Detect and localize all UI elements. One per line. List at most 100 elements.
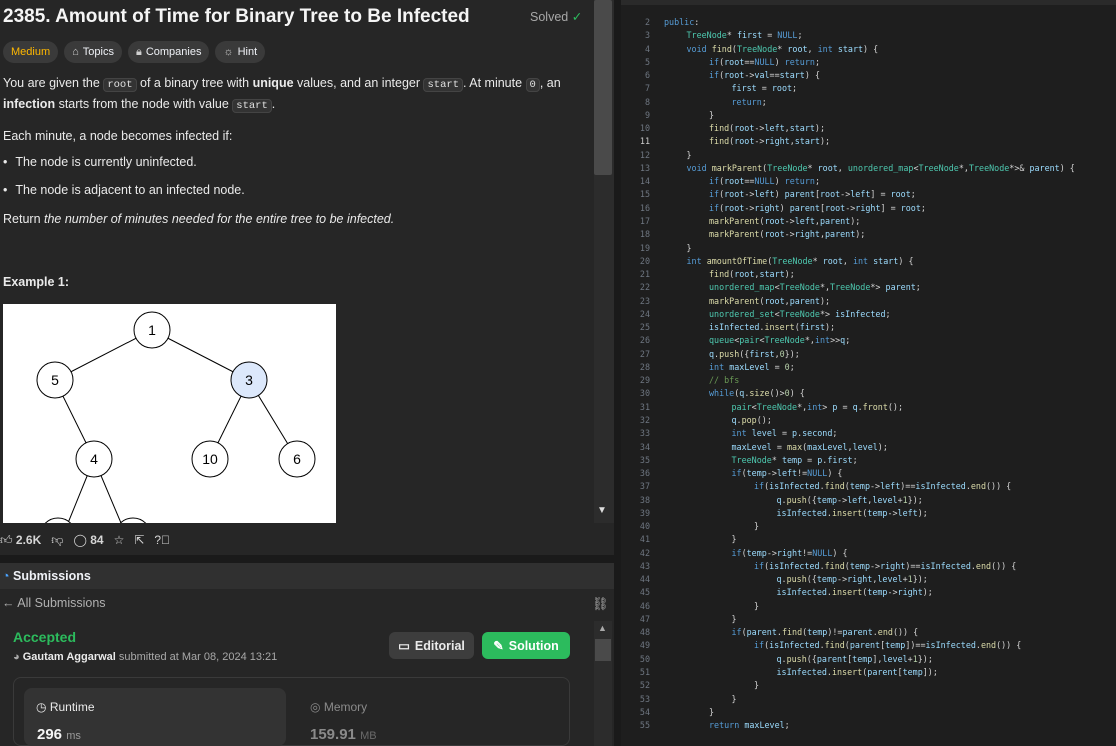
code-line[interactable]: 52} bbox=[621, 679, 1116, 692]
description-scrollbar[interactable]: ▼ bbox=[594, 0, 614, 523]
code-line[interactable]: 46} bbox=[621, 600, 1116, 613]
code-line[interactable]: 36 if(temp->left!=NULL) { bbox=[621, 467, 1116, 480]
code-line[interactable]: 30 while(q.size()>0) { bbox=[621, 387, 1116, 400]
hint-button[interactable]: ☼ Hint bbox=[215, 41, 266, 63]
code-line[interactable]: 22 unordered_map<TreeNode*,TreeNode*> par… bbox=[621, 281, 1116, 294]
code-line[interactable]: 42 if(temp->right!=NULL) { bbox=[621, 547, 1116, 560]
code-text: unordered_map<TreeNode*,TreeNode*> paren… bbox=[709, 282, 921, 293]
editorial-button[interactable]: ▭ Editorial bbox=[389, 632, 474, 659]
scrollbar-thumb[interactable] bbox=[594, 0, 612, 175]
line-number: 25 bbox=[639, 322, 650, 333]
code-line[interactable]: 9} bbox=[621, 109, 1116, 122]
code-line[interactable]: 13 void markParent(TreeNode* root, unorde… bbox=[621, 162, 1116, 175]
code-line[interactable]: 37 if(isInfected.find(temp->left)==isInfe… bbox=[621, 480, 1116, 493]
code-line[interactable]: 12} bbox=[621, 149, 1116, 162]
code-line[interactable]: 17 markParent(root->left,parent); bbox=[621, 215, 1116, 228]
code-line[interactable]: 53} bbox=[621, 693, 1116, 706]
code-line[interactable]: 10 find(root->left,start); bbox=[621, 122, 1116, 135]
code-line[interactable]: 48 if(parent.find(temp)!=parent.end()) { bbox=[621, 626, 1116, 639]
line-number: 23 bbox=[639, 295, 650, 306]
code-line[interactable]: 15 if(root->left) parent[root->left] = ro… bbox=[621, 188, 1116, 201]
code-line[interactable]: 4 void find(TreeNode* root, int start) { bbox=[621, 43, 1116, 56]
code-line[interactable]: 16 if(root->right) parent[root->right] = … bbox=[621, 202, 1116, 215]
memory-label[interactable]: ◎ Memory bbox=[310, 700, 367, 714]
code-lines[interactable]: 2 public: 3 TreeNode* first = NULL; 4 void fi… bbox=[621, 16, 1116, 732]
code-line[interactable]: 41} bbox=[621, 533, 1116, 546]
condition-list: The node is currently uninfected. The no… bbox=[3, 152, 244, 208]
code-line[interactable]: 18 markParent(root->right,parent); bbox=[621, 228, 1116, 241]
code-text: int amountOfTime(TreeNode* root, int sta… bbox=[686, 255, 914, 266]
help-button[interactable]: ?⃝ bbox=[154, 533, 170, 547]
code-line[interactable]: 47} bbox=[621, 613, 1116, 626]
code-line[interactable]: 14 if(root==NULL) return; bbox=[621, 175, 1116, 188]
code-line[interactable]: 24 unordered_set<TreeNode*> isInfected; bbox=[621, 308, 1116, 321]
code-line[interactable]: 25 isInfected.insert(first); bbox=[621, 321, 1116, 334]
code-line[interactable]: 54} bbox=[621, 706, 1116, 719]
code-line[interactable]: 34 maxLevel = max(maxLevel,level); bbox=[621, 441, 1116, 454]
code-line[interactable]: 27 q.push({first,0}); bbox=[621, 348, 1116, 361]
code-line[interactable]: 7 first = root; bbox=[621, 82, 1116, 95]
code-line[interactable]: 35 TreeNode* temp = p.first; bbox=[621, 454, 1116, 467]
code-line[interactable]: 51 isInfected.insert(parent[temp]); bbox=[621, 666, 1116, 679]
code-text: } bbox=[731, 693, 737, 704]
code-line[interactable]: 20 int amountOfTime(TreeNode* root, int s… bbox=[621, 255, 1116, 268]
dislike-button[interactable]: 👎︎ bbox=[51, 533, 63, 548]
code-line[interactable]: 39 isInfected.insert(temp->left); bbox=[621, 507, 1116, 520]
code-line[interactable]: 38 q.push({temp->left,level+1}); bbox=[621, 494, 1116, 507]
code-line[interactable]: 32 q.pop(); bbox=[621, 414, 1116, 427]
companies-button[interactable]: 🔒︎ Companies bbox=[127, 41, 210, 63]
submitted-time: submitted at Mar 08, 2024 13:21 bbox=[118, 651, 278, 663]
code-line[interactable]: 21 find(root,start); bbox=[621, 268, 1116, 281]
code-line[interactable]: 6 if(root->val==start) { bbox=[621, 69, 1116, 82]
line-number: 32 bbox=[639, 414, 650, 425]
submissions-scrollbar[interactable]: ▲ bbox=[594, 621, 612, 746]
code-editor[interactable]: 2 public: 3 TreeNode* first = NULL; 4 void fi… bbox=[621, 0, 1116, 746]
code-line[interactable]: 33 int level = p.second; bbox=[621, 427, 1116, 440]
code-line[interactable]: 3 TreeNode* first = NULL; bbox=[621, 29, 1116, 42]
code-line[interactable]: 19} bbox=[621, 242, 1116, 255]
topics-button[interactable]: ⌂ Topics bbox=[64, 41, 122, 63]
code-line[interactable]: 50 q.push({parent[temp],level+1}); bbox=[621, 653, 1116, 666]
submissions-panel: ◔ Submissions ← All Submissions ⛓ Accept… bbox=[0, 563, 614, 746]
scroll-down-icon[interactable]: ▼ bbox=[597, 505, 607, 516]
solution-button[interactable]: ✎ Solution bbox=[482, 632, 570, 659]
favorite-button[interactable]: ☆ bbox=[114, 533, 125, 547]
line-number: 47 bbox=[639, 613, 650, 624]
check-circle-icon: ✓ bbox=[571, 10, 583, 24]
all-submissions-link[interactable]: ← All Submissions bbox=[2, 596, 106, 610]
code-text: } bbox=[731, 613, 737, 624]
link-icon[interactable]: ⛓ bbox=[592, 596, 609, 612]
code-line[interactable]: 40} bbox=[621, 520, 1116, 533]
code-text: if(parent.find(temp)!=parent.end()) { bbox=[731, 627, 919, 638]
code-text: void markParent(TreeNode* root, unordere… bbox=[686, 162, 1075, 173]
share-button[interactable]: ⇱ bbox=[134, 533, 144, 547]
runtime-label: ◷ Runtime bbox=[36, 700, 95, 714]
code-line[interactable]: 28 int maxLevel = 0; bbox=[621, 361, 1116, 374]
code-line[interactable]: 8 return; bbox=[621, 96, 1116, 109]
code-line[interactable]: 43 if(isInfected.find(temp->right)==isInf… bbox=[621, 560, 1116, 573]
scroll-up-icon[interactable]: ▲ bbox=[598, 623, 607, 633]
code-line[interactable]: 29 // bfs bbox=[621, 374, 1116, 387]
code-line[interactable]: 23 markParent(root,parent); bbox=[621, 295, 1116, 308]
solution-label: Solution bbox=[508, 638, 559, 653]
line-number: 41 bbox=[639, 534, 650, 545]
code-line[interactable]: 5 if(root==NULL) return; bbox=[621, 56, 1116, 69]
code-line[interactable]: 11 find(root->right,start); bbox=[621, 135, 1116, 148]
submissions-tab[interactable]: ◔ Submissions bbox=[0, 563, 614, 589]
code-line[interactable]: 26 queue<pair<TreeNode*,int>>q; bbox=[621, 334, 1116, 347]
code-text: } bbox=[709, 706, 715, 717]
line-number: 38 bbox=[639, 494, 650, 505]
panel-divider[interactable] bbox=[0, 555, 614, 563]
author-name[interactable]: Gautam Aggarwal bbox=[23, 651, 116, 663]
like-button[interactable]: 👍︎ 2.6K bbox=[0, 533, 41, 548]
code-line[interactable]: 44 q.push({temp->right,level+1}); bbox=[621, 573, 1116, 586]
code-line[interactable]: 2 public: bbox=[621, 16, 1116, 29]
code-start-2: start bbox=[232, 99, 272, 113]
code-line[interactable]: 49 if(isInfected.find(parent[temp])==isIn… bbox=[621, 639, 1116, 652]
code-line[interactable]: 55 return maxLevel; bbox=[621, 719, 1116, 732]
code-line[interactable]: 45 isInfected.insert(temp->right); bbox=[621, 586, 1116, 599]
code-line[interactable]: 31 pair<TreeNode*,int> p = q.front(); bbox=[621, 401, 1116, 414]
comments-button[interactable]: ◯ 84 bbox=[73, 533, 103, 547]
scrollbar-thumb[interactable] bbox=[595, 639, 611, 661]
lightbulb-icon: ☼ bbox=[223, 46, 234, 58]
